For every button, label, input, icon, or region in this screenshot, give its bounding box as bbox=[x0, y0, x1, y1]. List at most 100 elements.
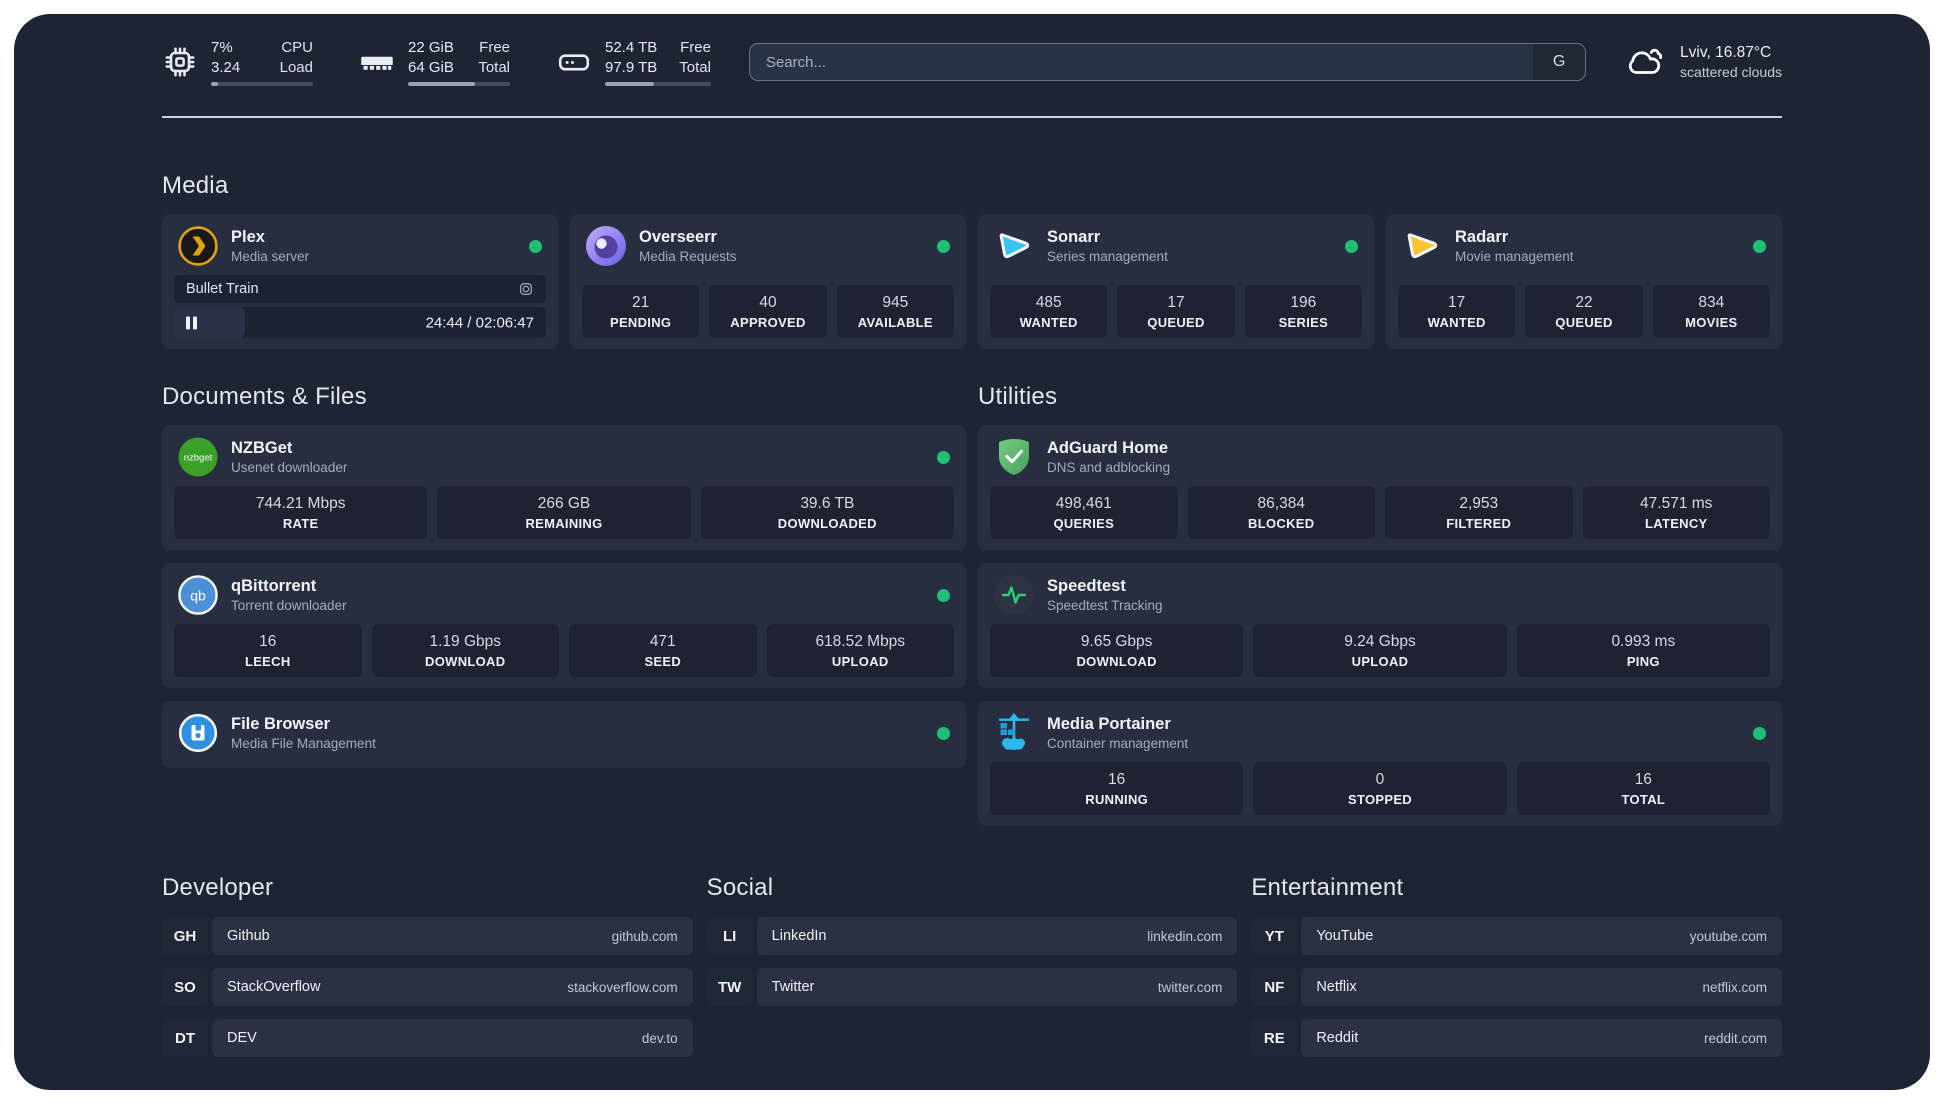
memory-total-label: Total bbox=[478, 59, 510, 76]
bookmark-github[interactable]: GH Github github.com bbox=[162, 917, 693, 955]
stat-upload: 618.52 Mbps UPLOAD bbox=[766, 624, 954, 677]
ram-icon bbox=[359, 44, 395, 80]
bookmark-abbr: TW bbox=[706, 968, 753, 1006]
stat-series: 196 SERIES bbox=[1244, 285, 1362, 338]
service-subtitle: Media Requests bbox=[639, 249, 737, 264]
bookmark-stackoverflow[interactable]: SO StackOverflow stackoverflow.com bbox=[162, 968, 693, 1006]
service-name: File Browser bbox=[231, 715, 331, 733]
service-name: Sonarr bbox=[1047, 228, 1101, 246]
filebrowser-icon bbox=[178, 713, 218, 753]
service-card-media-portainer[interactable]: Media Portainer Container management 16 … bbox=[978, 701, 1782, 826]
section-title-utilities: Utilities bbox=[978, 383, 1058, 410]
bookmark-abbr: NF bbox=[1251, 968, 1298, 1006]
stat-ping: 0.993 ms PING bbox=[1516, 624, 1770, 677]
stat-download: 1.19 Gbps DOWNLOAD bbox=[371, 624, 559, 677]
service-subtitle: Movie management bbox=[1455, 249, 1574, 264]
search-provider-button[interactable]: G bbox=[1533, 44, 1586, 80]
service-subtitle: Media File Management bbox=[231, 736, 376, 751]
status-dot bbox=[937, 239, 950, 253]
memory-progress-bar bbox=[408, 82, 510, 87]
stat-latency: 47.571 ms LATENCY bbox=[1582, 486, 1770, 539]
weather-location-temperature: Lviv, 16.87°C bbox=[1680, 44, 1772, 61]
service-card-overseerr[interactable]: Overseerr Media Requests 21 PENDING 40 A… bbox=[570, 214, 966, 349]
plex-icon bbox=[178, 226, 218, 266]
cpu-chip-icon bbox=[162, 44, 198, 80]
now-playing-title: Bullet Train bbox=[186, 281, 259, 297]
disk-progress-fill bbox=[605, 82, 654, 87]
bookmark-abbr: SO bbox=[162, 968, 208, 1006]
stat-blocked: 86,384 BLOCKED bbox=[1187, 486, 1375, 539]
stat-seed: 471 SEED bbox=[569, 624, 757, 677]
bookmark-abbr: GH bbox=[162, 917, 208, 955]
dashboard-page: 7% 3.24 CPU Load 22 GiB 64 GiB Free Tota… bbox=[14, 14, 1930, 1090]
status-dot bbox=[1753, 239, 1766, 253]
overseerr-icon bbox=[586, 226, 626, 266]
service-name: NZBGet bbox=[231, 439, 293, 457]
memory-progress-fill bbox=[408, 82, 476, 87]
service-subtitle: Container management bbox=[1047, 736, 1189, 751]
disk-widget: 52.4 TB 97.9 TB Free Total bbox=[556, 38, 711, 87]
stat-queries: 498,461 QUERIES bbox=[990, 486, 1178, 539]
nzbget-icon: nzbget bbox=[178, 437, 218, 477]
section-title-social: Social bbox=[706, 874, 774, 901]
stat-available: 945 AVAILABLE bbox=[836, 285, 954, 338]
stat-downloaded: 39.6 TB DOWNLOADED bbox=[700, 486, 954, 539]
stat-queued: 22 QUEUED bbox=[1525, 285, 1643, 338]
bookmark-linkedin[interactable]: LI LinkedIn linkedin.com bbox=[706, 917, 1238, 955]
bookmark-abbr: DT bbox=[162, 1019, 208, 1057]
disk-free-value: 52.4 TB bbox=[605, 38, 658, 56]
service-subtitle: Series management bbox=[1047, 249, 1168, 264]
service-card-adguard-home[interactable]: AdGuard Home DNS and adblocking 498,461 … bbox=[978, 425, 1782, 550]
status-dot bbox=[529, 239, 542, 253]
service-card-filebrowser[interactable]: File Browser Media File Management bbox=[162, 701, 966, 768]
search-bar: G bbox=[748, 43, 1587, 81]
bookmark-abbr: YT bbox=[1251, 917, 1298, 955]
bookmark-reddit[interactable]: RE Reddit reddit.com bbox=[1251, 1019, 1782, 1057]
cloud-icon bbox=[1624, 41, 1666, 83]
cpu-progress-bar bbox=[211, 82, 313, 87]
bookmark-twitter[interactable]: TW Twitter twitter.com bbox=[706, 968, 1238, 1006]
speedtest-icon bbox=[994, 575, 1034, 615]
stat-running: 16 RUNNING bbox=[990, 762, 1244, 815]
service-card-radarr[interactable]: Radarr Movie management 17 WANTED 22 QUE… bbox=[1386, 214, 1782, 349]
cpu-progress-fill bbox=[211, 82, 219, 87]
service-card-qbittorrent[interactable]: qb qBittorrent Torrent downloader 16 LEE… bbox=[162, 563, 966, 688]
bookmark-abbr: LI bbox=[706, 917, 753, 955]
playback-progress-fill bbox=[174, 307, 245, 338]
resource-widgets: 7% 3.24 CPU Load 22 GiB 64 GiB Free Tota… bbox=[162, 38, 711, 87]
section-title-developer: Developer bbox=[162, 874, 274, 901]
pause-button[interactable] bbox=[186, 316, 197, 329]
session-settings-icon[interactable] bbox=[518, 281, 534, 297]
bookmark-youtube[interactable]: YT YouTube youtube.com bbox=[1251, 917, 1782, 955]
section-documents-files: Documents & Files nzbget NZBGet Usenet d… bbox=[162, 349, 966, 826]
bookmark-abbr: RE bbox=[1251, 1019, 1298, 1057]
service-card-sonarr[interactable]: Sonarr Series management 485 WANTED 17 Q… bbox=[978, 214, 1374, 349]
playback-progress-bar: 24:44 / 02:06:47 bbox=[174, 307, 546, 338]
service-name: Media Portainer bbox=[1047, 715, 1171, 733]
search-input[interactable] bbox=[749, 44, 1534, 80]
service-subtitle: Speedtest Tracking bbox=[1047, 598, 1163, 613]
service-card-speedtest[interactable]: Speedtest Speedtest Tracking 9.65 Gbps D… bbox=[978, 563, 1782, 688]
service-subtitle: Usenet downloader bbox=[231, 460, 348, 475]
disk-icon bbox=[556, 44, 592, 80]
service-card-nzbget[interactable]: nzbget NZBGet Usenet downloader 744.21 M… bbox=[162, 425, 966, 550]
stat-rate: 744.21 Mbps RATE bbox=[174, 486, 428, 539]
bookmark-dev[interactable]: DT DEV dev.to bbox=[162, 1019, 693, 1057]
weather-condition: scattered clouds bbox=[1680, 64, 1782, 80]
section-utilities: Utilities AdGuard Home DNS and adblockin… bbox=[978, 349, 1782, 826]
stat-queued: 17 QUEUED bbox=[1117, 285, 1235, 338]
status-dot bbox=[1753, 726, 1766, 740]
section-title-documents-files: Documents & Files bbox=[162, 383, 367, 410]
disk-total-value: 97.9 TB bbox=[605, 59, 658, 76]
cpu-label: CPU bbox=[281, 38, 313, 56]
service-name: Speedtest bbox=[1047, 577, 1126, 595]
qbittorrent-icon: qb bbox=[178, 575, 218, 615]
stat-approved: 40 APPROVED bbox=[709, 285, 827, 338]
stat-remaining: 266 GB REMAINING bbox=[437, 486, 691, 539]
bookmark-group-entertainment: Entertainment YT YouTube youtube.com NF … bbox=[1251, 874, 1782, 1057]
bookmark-netflix[interactable]: NF Netflix netflix.com bbox=[1251, 968, 1782, 1006]
stat-upload: 9.24 Gbps UPLOAD bbox=[1253, 624, 1507, 677]
service-card-plex[interactable]: Plex Media server Bullet Train 24:44 / 0… bbox=[162, 214, 558, 349]
cpu-usage: 7% bbox=[211, 38, 233, 56]
status-dot bbox=[937, 726, 950, 740]
